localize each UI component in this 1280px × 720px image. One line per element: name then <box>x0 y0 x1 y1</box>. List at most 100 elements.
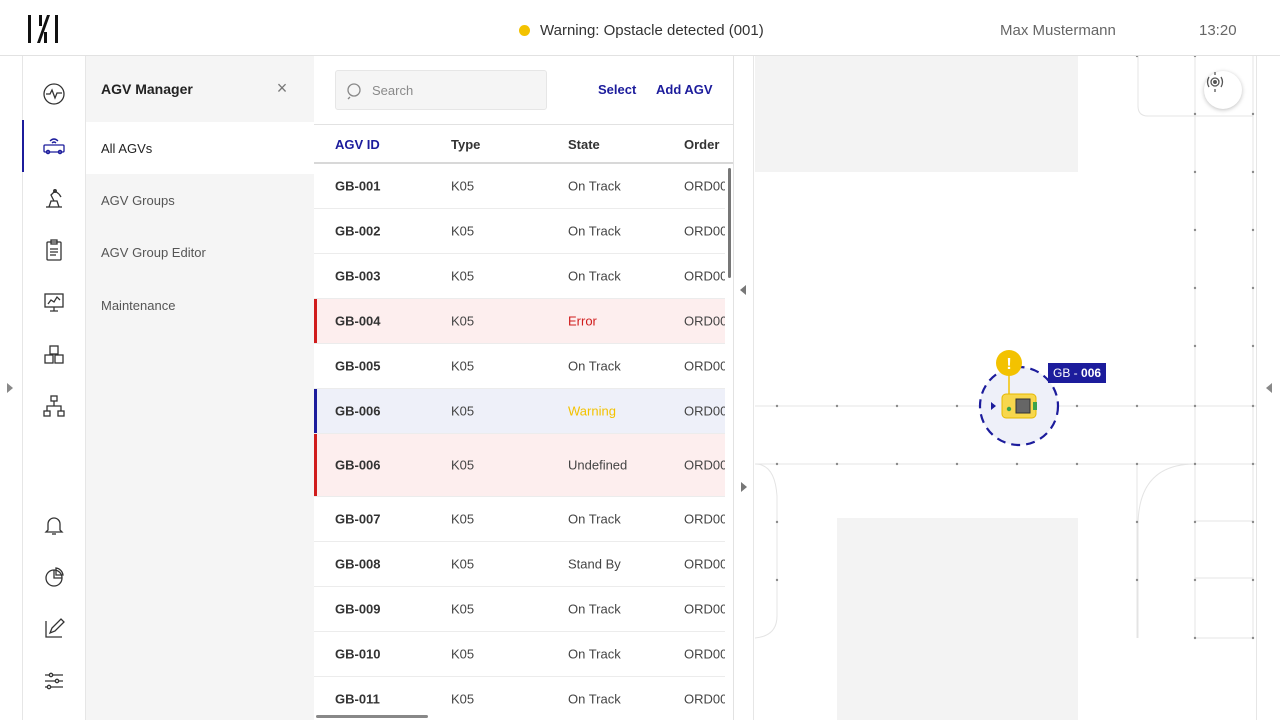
menu-item-agv-groups[interactable]: AGV Groups <box>86 174 314 226</box>
cell-order: ORD00 <box>684 511 725 527</box>
cell-agv-id: GB-009 <box>335 601 381 617</box>
table-row[interactable]: GB-010 K05 On Track ORD00 <box>314 632 725 677</box>
table-row[interactable]: GB-002 K05 On Track ORD00 <box>314 209 725 254</box>
warning-mark-text: ! <box>1006 356 1011 373</box>
agv-label-number: 006 <box>1081 366 1102 380</box>
search-input[interactable] <box>372 71 542 109</box>
cell-order: ORD00 <box>684 178 725 194</box>
left-collapse-strip[interactable] <box>0 56 23 720</box>
cell-agv-id: GB-001 <box>335 178 381 194</box>
agv-icon <box>43 138 65 155</box>
cell-agv-id: GB-008 <box>335 556 381 572</box>
warning-notification[interactable]: Warning: Opstacle detected (001) <box>519 22 764 39</box>
map-block <box>837 518 1078 720</box>
table-row[interactable]: GB-009 K05 On Track ORD00 <box>314 587 725 632</box>
table-row-selected[interactable]: GB-006 K05 Warning ORD00 <box>314 389 725 434</box>
cell-state: On Track <box>568 691 621 707</box>
rail-item-structure[interactable] <box>23 380 85 432</box>
menu-item-all-agvs[interactable]: All AGVs <box>86 122 314 174</box>
cell-state: Warning <box>568 403 616 419</box>
column-header-state[interactable]: State <box>568 137 600 152</box>
cell-agv-id: GB-006 <box>335 403 381 419</box>
clipboard-icon <box>46 239 62 261</box>
hierarchy-icon <box>43 395 65 417</box>
cell-state: On Track <box>568 358 621 374</box>
agv-label[interactable]: GB - 006 <box>1048 363 1107 383</box>
table-row[interactable]: GB-005 K05 On Track ORD00 <box>314 344 725 389</box>
user-name[interactable]: Max Mustermann <box>1000 22 1116 39</box>
table-row[interactable]: GB-001 K05 On Track ORD00 <box>314 164 725 209</box>
expand-arrow-icon[interactable] <box>7 383 13 393</box>
column-header-agv-id[interactable]: AGV ID <box>335 137 380 152</box>
sliders-icon <box>45 672 63 690</box>
menu-item-maintenance[interactable]: Maintenance <box>86 279 314 331</box>
vertical-scrollbar[interactable] <box>728 168 731 278</box>
rail-item-inventory[interactable] <box>23 328 85 380</box>
agv-manager-menu: AGV Manager × All AGVs AGV Groups AGV Gr… <box>86 56 314 720</box>
map-canvas[interactable]: ! <box>755 56 1256 720</box>
collapse-left-arrow-icon[interactable] <box>740 285 746 295</box>
column-header-type[interactable]: Type <box>451 137 480 152</box>
cell-type: K05 <box>451 646 475 662</box>
right-collapse-strip[interactable] <box>1256 56 1280 720</box>
cell-type: K05 <box>451 403 475 419</box>
locate-button[interactable] <box>1204 71 1242 109</box>
cell-agv-id: GB-006 <box>335 457 381 473</box>
edit-icon <box>45 618 65 638</box>
search-icon <box>347 83 361 100</box>
warning-marker[interactable]: ! <box>996 350 1022 376</box>
cell-order: ORD00 <box>684 268 725 284</box>
rail-item-activity[interactable] <box>23 68 85 120</box>
map-block <box>755 56 1078 172</box>
cell-order: ORD00 <box>684 556 725 572</box>
pie-chart-icon <box>45 567 64 587</box>
close-icon[interactable]: × <box>274 79 290 97</box>
clock: 13:20 <box>1199 22 1237 39</box>
table-row-error[interactable]: GB-004 K05 Error ORD00 <box>314 299 725 344</box>
rail-item-editor[interactable] <box>23 603 85 655</box>
cell-order: ORD00 <box>684 313 725 329</box>
rail-item-analytics[interactable] <box>23 551 85 603</box>
floor-map[interactable]: ! GB - 006 <box>755 56 1256 720</box>
cell-order: ORD00 <box>684 646 725 662</box>
table-row[interactable]: GB-008 K05 Stand By ORD00 <box>314 542 725 587</box>
expand-right-arrow-icon[interactable] <box>741 482 747 492</box>
rail-item-robot[interactable] <box>23 172 85 224</box>
cell-agv-id: GB-003 <box>335 268 381 284</box>
table-row[interactable]: GB-003 K05 On Track ORD00 <box>314 254 725 299</box>
agv-label-prefix: GB - <box>1053 366 1082 380</box>
rail-item-monitoring[interactable] <box>23 276 85 328</box>
expand-left-arrow-icon[interactable] <box>1266 383 1272 393</box>
table-row-error[interactable]: GB-006 K05 Undefined ORD00 <box>314 434 725 497</box>
agv-table-panel: Select Add AGV AGV ID Type State Order G… <box>314 56 734 720</box>
locate-icon <box>1206 72 1224 92</box>
column-header-order[interactable]: Order <box>684 137 719 152</box>
cell-agv-id: GB-004 <box>335 313 381 329</box>
cell-agv-id: GB-007 <box>335 511 381 527</box>
table-row[interactable]: GB-011 K05 On Track ORD00 <box>314 677 725 720</box>
logo-icon <box>28 15 58 43</box>
menu-title: AGV Manager <box>101 81 193 97</box>
menu-item-agv-group-editor[interactable]: AGV Group Editor <box>86 226 314 278</box>
agv-marker[interactable] <box>978 365 1060 447</box>
cell-order: ORD00 <box>684 457 725 473</box>
cell-order: ORD00 <box>684 403 725 419</box>
cell-type: K05 <box>451 358 475 374</box>
horizontal-scrollbar[interactable] <box>316 715 428 718</box>
rail-item-notifications[interactable] <box>23 499 85 551</box>
add-agv-button[interactable]: Add AGV <box>656 82 713 97</box>
cell-type: K05 <box>451 313 475 329</box>
cell-type: K05 <box>451 178 475 194</box>
cell-state: On Track <box>568 223 621 239</box>
select-button[interactable]: Select <box>598 82 636 97</box>
rail-item-settings[interactable] <box>23 655 85 707</box>
cell-order: ORD00 <box>684 358 725 374</box>
rail-item-orders[interactable] <box>23 224 85 276</box>
cell-type: K05 <box>451 268 475 284</box>
table-body: GB-001 K05 On Track ORD00 GB-002 K05 On … <box>314 164 733 720</box>
rail-item-agv[interactable] <box>22 120 85 172</box>
cell-state: On Track <box>568 646 621 662</box>
table-row[interactable]: GB-007 K05 On Track ORD00 <box>314 497 725 542</box>
search-box[interactable] <box>335 70 547 110</box>
monitor-chart-icon <box>44 293 64 312</box>
